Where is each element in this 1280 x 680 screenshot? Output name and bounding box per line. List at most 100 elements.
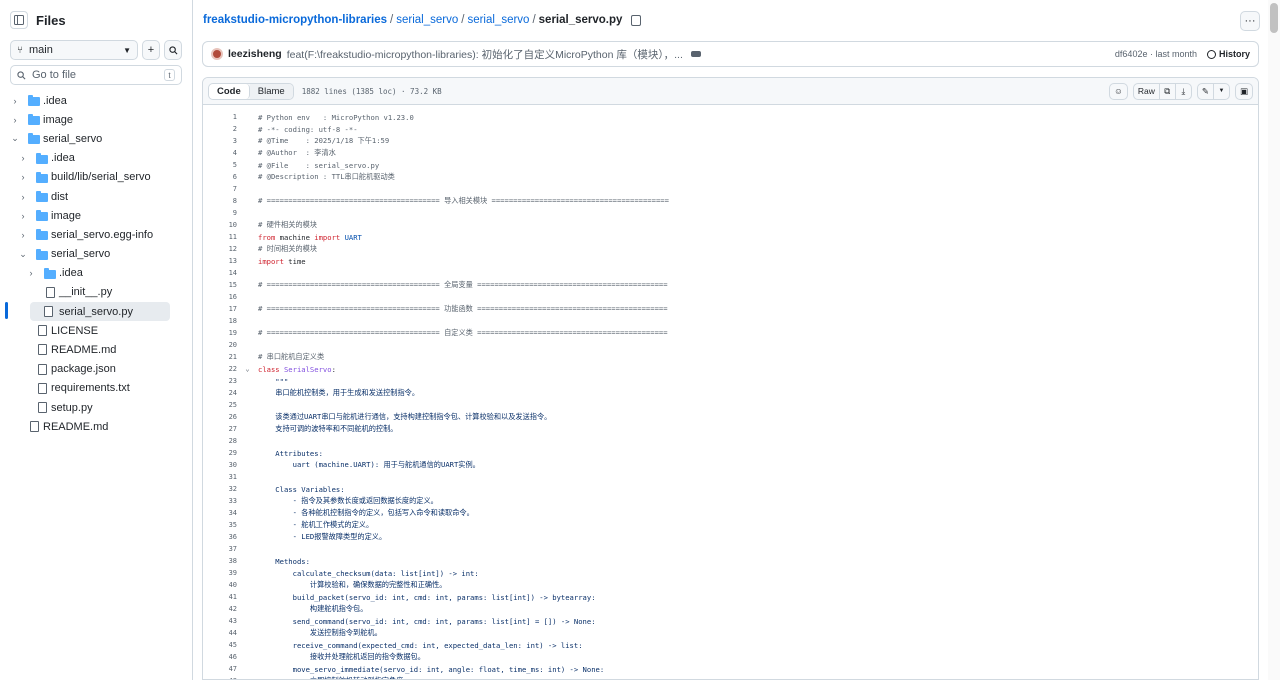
- copilot-button[interactable]: ☺: [1109, 82, 1128, 100]
- chevron-right-icon[interactable]: ›: [18, 211, 28, 221]
- symbols-button[interactable]: ▣: [1234, 82, 1253, 100]
- line-number[interactable]: 5: [203, 161, 237, 169]
- line-number[interactable]: 42: [203, 605, 237, 613]
- line-number[interactable]: 26: [203, 413, 237, 421]
- tree-folder[interactable]: › .idea: [0, 91, 192, 110]
- tree-file[interactable]: README.md: [0, 417, 192, 436]
- line-number[interactable]: 28: [203, 437, 237, 445]
- tree-folder[interactable]: › dist: [0, 187, 192, 206]
- line-number[interactable]: 24: [203, 389, 237, 397]
- line-number[interactable]: 10: [203, 221, 237, 229]
- line-number[interactable]: 7: [203, 185, 237, 193]
- line-number[interactable]: 17: [203, 305, 237, 313]
- more-options-button[interactable]: ···: [1240, 11, 1260, 31]
- tree-file[interactable]: __init__.py: [0, 283, 192, 302]
- line-number[interactable]: 21: [203, 353, 237, 361]
- line-number[interactable]: 37: [203, 545, 237, 553]
- tab-blame[interactable]: Blame: [249, 83, 293, 99]
- line-number[interactable]: 36: [203, 533, 237, 541]
- tree-folder[interactable]: › image: [0, 110, 192, 129]
- line-number[interactable]: 31: [203, 473, 237, 481]
- line-number[interactable]: 23: [203, 377, 237, 385]
- line-number[interactable]: 46: [203, 653, 237, 661]
- tree-folder[interactable]: › serial_servo.egg-info: [0, 225, 192, 244]
- chevron-right-icon[interactable]: ›: [26, 268, 36, 278]
- line-number[interactable]: 32: [203, 485, 237, 493]
- line-number[interactable]: 2: [203, 125, 237, 133]
- line-number[interactable]: 6: [203, 173, 237, 181]
- fold-chevron-icon[interactable]: ⌄: [237, 365, 258, 373]
- edit-options-button[interactable]: ▼: [1212, 82, 1230, 100]
- line-number[interactable]: 9: [203, 209, 237, 217]
- chevron-down-icon[interactable]: ⌄: [18, 249, 28, 260]
- line-number[interactable]: 1: [203, 113, 237, 121]
- line-number[interactable]: 11: [203, 233, 237, 241]
- history-button[interactable]: History: [1206, 49, 1250, 59]
- copy-icon[interactable]: [631, 14, 642, 26]
- breadcrumb-folder-link[interactable]: serial_servo: [467, 14, 529, 26]
- chevron-right-icon[interactable]: ›: [10, 96, 20, 106]
- line-number[interactable]: 25: [203, 401, 237, 409]
- line-number[interactable]: 47: [203, 665, 237, 673]
- tree-file[interactable]: requirements.txt: [0, 379, 192, 398]
- line-number[interactable]: 8: [203, 197, 237, 205]
- scrollbar-thumb[interactable]: [1270, 3, 1278, 33]
- line-number[interactable]: 3: [203, 137, 237, 145]
- tree-file[interactable]: LICENSE: [0, 321, 192, 340]
- tree-folder[interactable]: › build/lib/serial_servo: [0, 168, 192, 187]
- tab-code[interactable]: Code: [209, 83, 250, 99]
- chevron-right-icon[interactable]: ›: [18, 230, 28, 240]
- chevron-right-icon[interactable]: ›: [18, 172, 28, 182]
- line-number[interactable]: 20: [203, 341, 237, 349]
- avatar[interactable]: [211, 48, 223, 60]
- line-number[interactable]: 30: [203, 461, 237, 469]
- page-scrollbar[interactable]: [1268, 0, 1280, 680]
- chevron-right-icon[interactable]: ›: [10, 115, 20, 125]
- line-number[interactable]: 34: [203, 509, 237, 517]
- edit-button[interactable]: ✎: [1196, 82, 1214, 100]
- chevron-right-icon[interactable]: ›: [18, 153, 28, 163]
- line-number[interactable]: 33: [203, 497, 237, 505]
- expand-message-icon[interactable]: [690, 51, 701, 57]
- line-number[interactable]: 40: [203, 581, 237, 589]
- commit-author[interactable]: leezisheng: [228, 48, 282, 60]
- line-number[interactable]: 35: [203, 521, 237, 529]
- search-button[interactable]: [164, 40, 182, 60]
- tree-file[interactable]: setup.py: [0, 398, 192, 417]
- line-number[interactable]: 27: [203, 425, 237, 433]
- line-number[interactable]: 44: [203, 629, 237, 637]
- line-number[interactable]: 29: [203, 449, 237, 457]
- breadcrumb-repo-link[interactable]: freakstudio-micropython-libraries: [203, 14, 387, 26]
- commit-message[interactable]: feat(F:\freakstudio-micropython-librarie…: [287, 47, 683, 62]
- go-to-file-input[interactable]: Go to file t: [10, 65, 182, 85]
- chevron-down-icon[interactable]: ⌄: [10, 133, 20, 144]
- copy-raw-button[interactable]: ⧉: [1158, 82, 1176, 100]
- raw-button[interactable]: Raw: [1132, 82, 1160, 100]
- line-number[interactable]: 15: [203, 281, 237, 289]
- line-number[interactable]: 45: [203, 641, 237, 649]
- commit-hash-time[interactable]: df6402e · last month: [1115, 49, 1197, 59]
- chevron-right-icon[interactable]: ›: [18, 192, 28, 202]
- tree-folder[interactable]: › .idea: [0, 149, 192, 168]
- tree-file[interactable]: serial_servo.py: [30, 302, 170, 322]
- tree-folder[interactable]: ⌄ serial_servo: [0, 129, 192, 148]
- tree-folder[interactable]: ⌄ serial_servo: [0, 245, 192, 264]
- line-number[interactable]: 22: [203, 365, 237, 373]
- line-number[interactable]: 13: [203, 257, 237, 265]
- line-number[interactable]: 14: [203, 269, 237, 277]
- sidebar-collapse-icon[interactable]: [10, 11, 28, 29]
- line-number[interactable]: 43: [203, 617, 237, 625]
- breadcrumb-folder-link[interactable]: serial_servo: [396, 14, 458, 26]
- line-number[interactable]: 18: [203, 317, 237, 325]
- download-button[interactable]: ⤓: [1174, 82, 1192, 100]
- tree-file[interactable]: README.md: [0, 340, 192, 359]
- line-number[interactable]: 39: [203, 569, 237, 577]
- line-number[interactable]: 19: [203, 329, 237, 337]
- tree-folder[interactable]: › image: [0, 206, 192, 225]
- tree-file[interactable]: package.json: [0, 360, 192, 379]
- branch-selector-button[interactable]: ⑂ main ▼: [10, 40, 138, 60]
- line-number[interactable]: 12: [203, 245, 237, 253]
- line-number[interactable]: 38: [203, 557, 237, 565]
- line-number[interactable]: 4: [203, 149, 237, 157]
- line-number[interactable]: 16: [203, 293, 237, 301]
